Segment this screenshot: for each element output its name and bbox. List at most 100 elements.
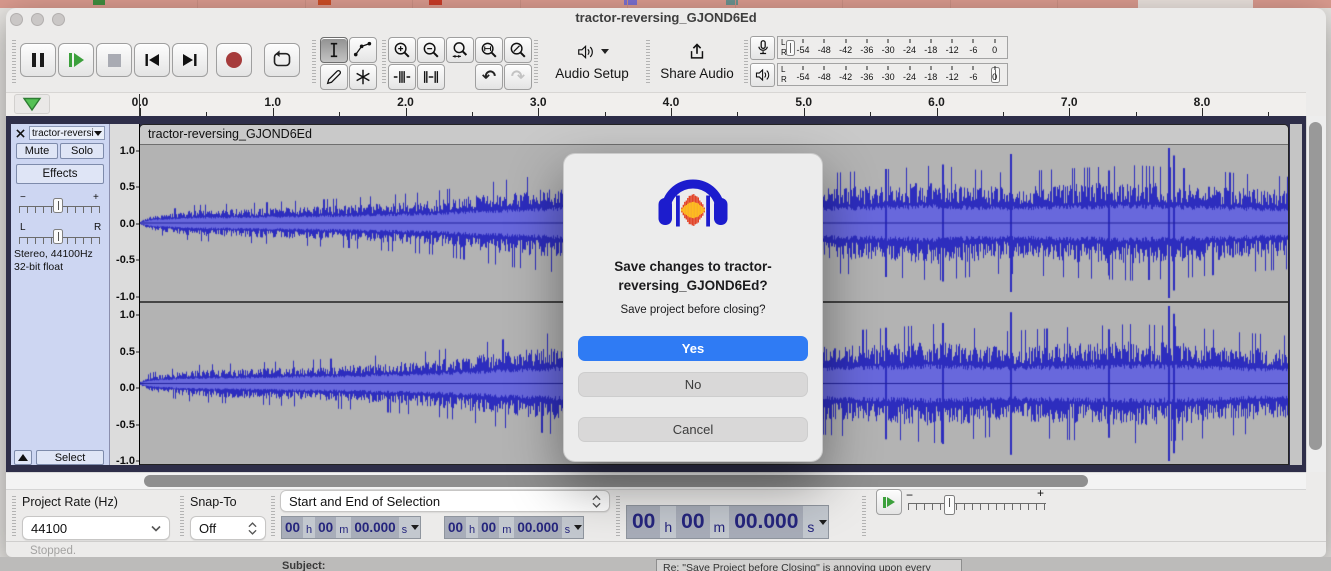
time-field-menu-arrow[interactable] xyxy=(410,517,420,538)
mute-button[interactable]: Mute xyxy=(16,143,58,159)
speed-slider-track[interactable] xyxy=(908,503,1046,510)
selection-range-mode-select[interactable]: Start and End of Selection xyxy=(280,490,610,512)
no-button[interactable]: No xyxy=(578,372,808,397)
amplitude-ruler[interactable]: 1.0 0.5 0.0 -0.5 -1.0 1.0 0.5 0.0 -0.5 -1.0 xyxy=(110,124,139,467)
project-rate-combobox[interactable]: 44100 xyxy=(22,516,170,540)
silence-audio-button[interactable] xyxy=(417,64,445,90)
background-fragment xyxy=(624,0,637,5)
fit-project-button[interactable] xyxy=(475,37,503,63)
record-meter-device-button[interactable] xyxy=(750,36,775,60)
time-digits[interactable]: 00.000 xyxy=(729,506,804,538)
gain-slider-thumb[interactable] xyxy=(53,198,63,213)
time-digits[interactable]: 00 xyxy=(627,506,661,538)
envelope-tool-button[interactable] xyxy=(349,37,377,63)
play-button[interactable] xyxy=(58,43,94,77)
pan-slider-thumb[interactable] xyxy=(53,229,63,244)
zoom-to-selection-button[interactable] xyxy=(446,37,474,63)
time-field-menu-arrow[interactable] xyxy=(573,517,583,538)
audio-setup-toolbar-grip[interactable] xyxy=(534,40,538,84)
time-unit-label: h xyxy=(306,524,313,536)
track-close-button[interactable] xyxy=(13,126,28,140)
time-field-menu-arrow[interactable] xyxy=(818,506,828,538)
project-rate-label: Project Rate (Hz) xyxy=(22,495,118,509)
selection-toolbar-grip[interactable] xyxy=(12,496,16,538)
timeline-ruler[interactable]: 0.0 1.0 2.0 3.0 4.0 5.0 6.0 7.0 8.0 xyxy=(6,92,1306,116)
stop-button[interactable] xyxy=(96,43,132,77)
pan-left-label: L xyxy=(20,222,26,233)
zoom-out-button[interactable] xyxy=(417,37,445,63)
time-digits[interactable]: 00.000 xyxy=(351,517,399,538)
webpage-thread-title: Re: "Save Project before Closing" is ann… xyxy=(656,559,962,571)
track-name-menu[interactable]: tractor-reversi xyxy=(29,126,105,140)
multi-tool-icon xyxy=(356,69,370,85)
ruler-cursor-line xyxy=(139,94,140,116)
undo-button[interactable]: ↶ xyxy=(475,64,503,90)
time-digits[interactable]: 00 xyxy=(478,517,500,538)
audio-position-time-field[interactable]: 00 h 00 m 00.000 s xyxy=(626,505,830,539)
meter-scale-label: -36 xyxy=(860,72,874,82)
selection-start-time-field[interactable]: 00 h 00 m 00.000 s xyxy=(281,516,422,539)
meter-tick xyxy=(866,39,868,43)
snap-toolbar-grip[interactable] xyxy=(180,496,184,538)
meter-tick xyxy=(866,66,868,70)
meter-tick xyxy=(930,39,932,43)
yes-button[interactable]: Yes xyxy=(578,336,808,361)
playback-meter[interactable]: L R -54 -48 -42 -36 -30 -24 -18 -12 -6 0 xyxy=(777,63,1008,86)
multi-tool-button[interactable] xyxy=(349,64,377,90)
redo-button[interactable]: ↷ xyxy=(504,64,532,90)
collapse-track-button[interactable] xyxy=(14,450,32,465)
silence-audio-icon xyxy=(423,71,439,83)
pinned-playhead-button[interactable] xyxy=(14,94,50,114)
cancel-button[interactable]: Cancel xyxy=(578,417,808,442)
selection-tool-button[interactable] xyxy=(320,37,348,63)
play-meter-device-button[interactable] xyxy=(750,63,775,87)
time-digits[interactable]: 00 xyxy=(445,517,467,538)
play-at-speed-grip[interactable] xyxy=(862,496,866,538)
pause-button[interactable] xyxy=(20,43,56,77)
ruler-label: 2.0 xyxy=(397,95,414,109)
time-digits[interactable]: 00.000 xyxy=(514,517,562,538)
selection-range-grip[interactable] xyxy=(271,496,275,538)
time-unit-label: m xyxy=(339,524,349,536)
mute-label: Mute xyxy=(24,145,50,157)
meter-tick xyxy=(972,66,974,70)
recording-volume-slider[interactable] xyxy=(786,40,795,56)
time-toolbar-grip[interactable] xyxy=(616,496,620,538)
effects-label: Effects xyxy=(42,168,78,180)
skip-to-end-button[interactable] xyxy=(172,43,208,77)
play-at-speed-button[interactable] xyxy=(876,489,902,515)
record-button[interactable] xyxy=(216,43,252,77)
loop-button[interactable] xyxy=(264,43,300,77)
trim-audio-button[interactable] xyxy=(388,64,416,90)
meter-scale-label: -42 xyxy=(839,72,853,82)
horizontal-scrollbar-thumb[interactable] xyxy=(144,475,1088,487)
selection-end-time-field[interactable]: 00 h 00 m 00.000 s xyxy=(444,516,585,539)
edit-toolbar-grip[interactable] xyxy=(382,40,386,84)
time-digits[interactable]: 00 xyxy=(282,517,304,538)
recording-meter[interactable]: L R -54 -48 -42 -36 -30 -24 -18 -12 -6 0 xyxy=(777,36,1008,59)
draw-tool-button[interactable] xyxy=(320,64,348,90)
speed-slider-thumb[interactable] xyxy=(944,495,955,515)
snap-to-select[interactable]: Off xyxy=(190,516,266,540)
ruler-tick xyxy=(405,108,407,116)
share-audio-button[interactable]: Share Audio xyxy=(652,34,742,88)
zoom-toggle-button[interactable] xyxy=(504,37,532,63)
ruler-label: 5.0 xyxy=(795,95,813,109)
share-audio-toolbar-grip[interactable] xyxy=(646,40,650,84)
tools-toolbar-grip[interactable] xyxy=(312,40,316,84)
time-digits[interactable]: 00 xyxy=(676,506,710,538)
track-empty-area[interactable] xyxy=(1290,124,1302,465)
clip-title-bar[interactable]: tractor-reversing_GJOND6Ed xyxy=(140,125,1288,145)
time-digits[interactable]: 00 xyxy=(315,517,337,538)
cancel-label: Cancel xyxy=(672,422,714,437)
meter-scale-label: -54 xyxy=(796,45,810,55)
effects-button[interactable]: Effects xyxy=(16,164,104,184)
audio-setup-button[interactable]: Audio Setup xyxy=(540,34,644,88)
vertical-scrollbar-thumb[interactable] xyxy=(1309,122,1322,450)
zoom-in-button[interactable] xyxy=(388,37,416,63)
transport-toolbar-grip[interactable] xyxy=(12,40,16,84)
solo-button[interactable]: Solo xyxy=(60,143,104,159)
meter-toolbar-grip[interactable] xyxy=(744,40,748,84)
skip-to-start-button[interactable] xyxy=(134,43,170,77)
track-select-button[interactable]: Select xyxy=(36,450,104,465)
